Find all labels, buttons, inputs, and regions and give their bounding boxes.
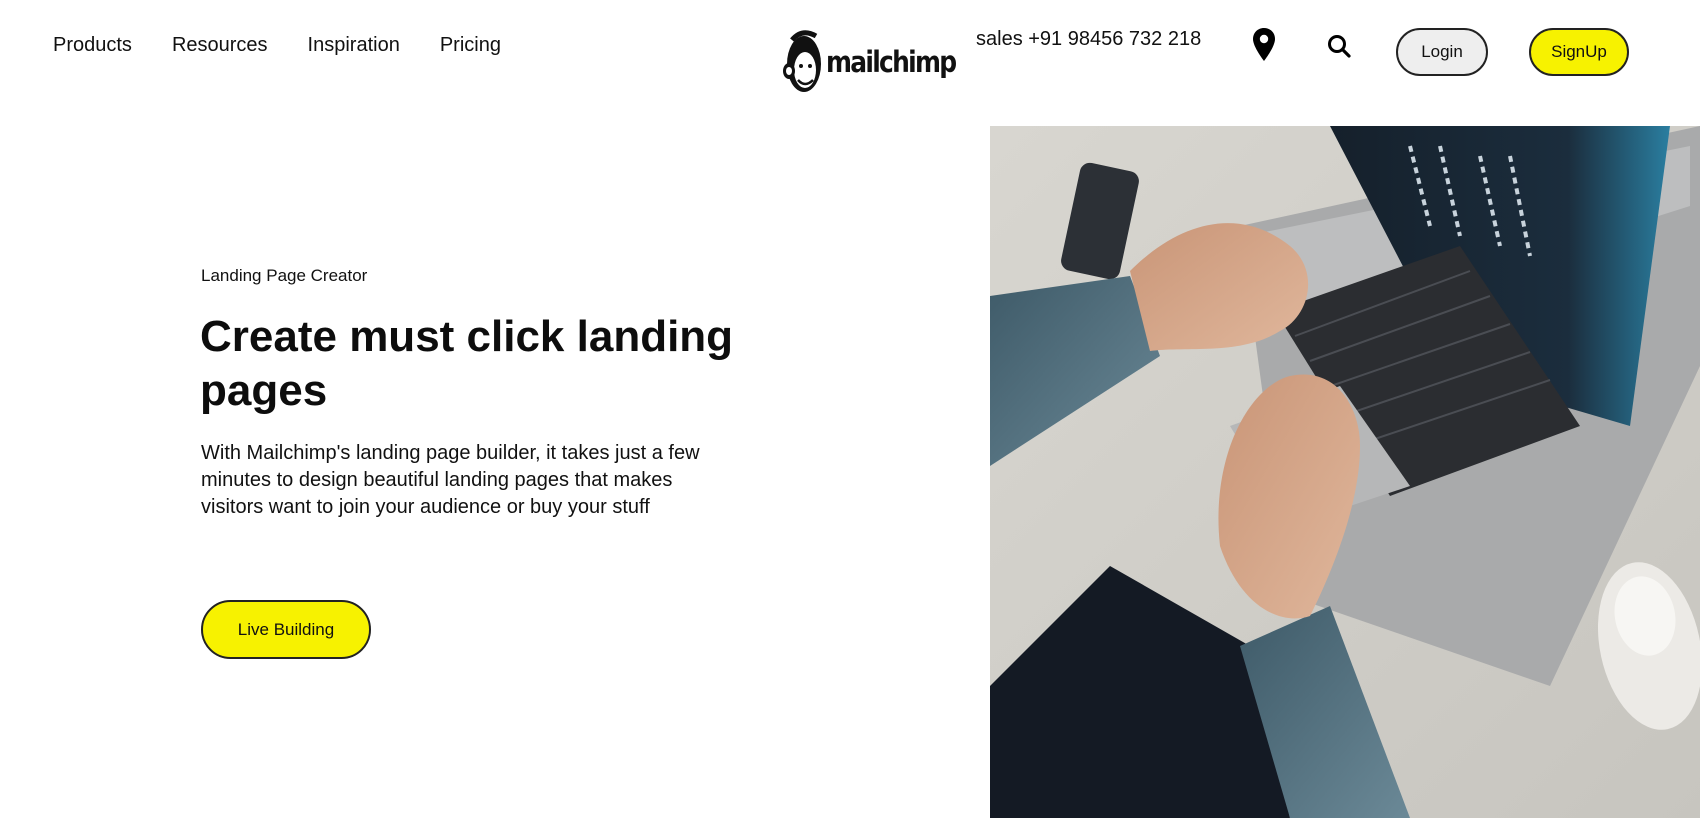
nav-resources[interactable]: Resources	[172, 34, 268, 57]
nav-pricing[interactable]: Pricing	[440, 34, 501, 57]
sales-phone[interactable]: sales +91 98456 732 218	[976, 28, 1201, 51]
live-building-button[interactable]: Live Building	[201, 600, 371, 659]
hero-photo	[990, 126, 1700, 818]
laptop-photo-illustration	[990, 126, 1700, 818]
hero-title: Create must click landing pages	[200, 312, 734, 415]
login-button[interactable]: Login	[1396, 28, 1488, 76]
map-pin-icon[interactable]	[1252, 27, 1276, 63]
mailchimp-logo[interactable]: mailchimp	[782, 26, 976, 98]
hero-description: With Mailchimp's landing page builder, i…	[201, 442, 700, 518]
nav-products[interactable]: Products	[53, 34, 132, 57]
search-icon[interactable]	[1327, 34, 1351, 58]
nav-inspiration[interactable]: Inspiration	[308, 34, 400, 57]
main-nav: Products Resources Inspiration Pricing	[53, 34, 501, 57]
hero-eyebrow: Landing Page Creator	[201, 266, 368, 285]
signup-button[interactable]: SignUp	[1529, 28, 1629, 76]
logo-wordmark: mailchimp	[826, 45, 957, 79]
freddie-logo-icon	[783, 30, 821, 92]
